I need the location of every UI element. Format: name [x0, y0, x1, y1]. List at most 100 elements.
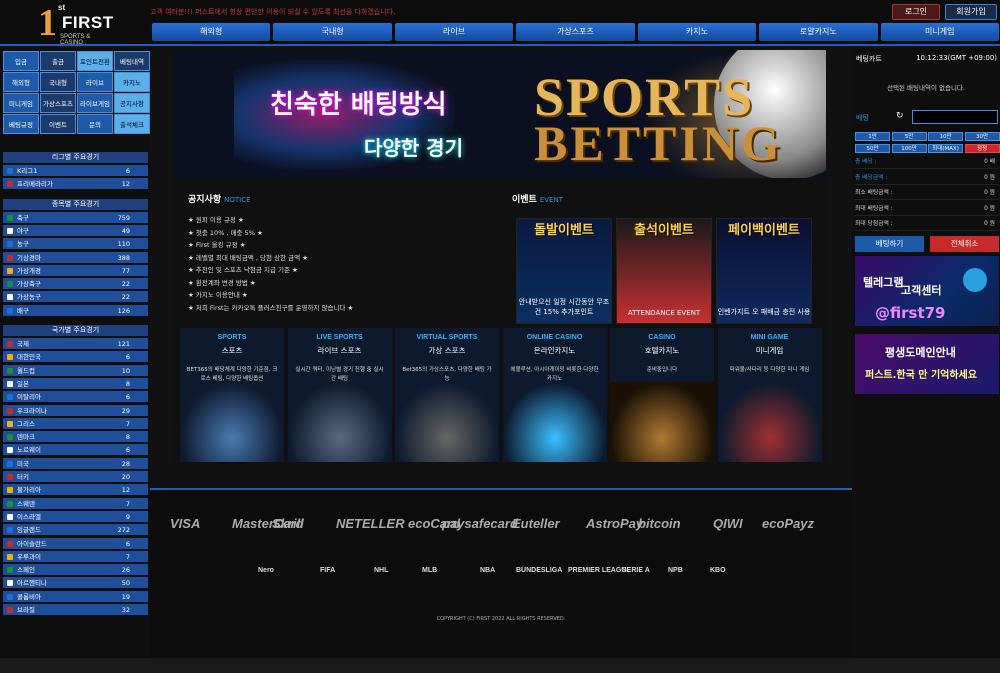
- flag-icon: [7, 434, 13, 441]
- sidebar-item[interactable]: 대한민국 6: [3, 351, 148, 364]
- sidebar-item[interactable]: 국제 121: [3, 338, 148, 350]
- sidebar-item[interactable]: 일본 8: [3, 377, 148, 390]
- notice-item[interactable]: ★ 원피 이용 규정 ★: [188, 214, 244, 224]
- sidebar-item-count: 7: [125, 552, 130, 561]
- sidebar-item[interactable]: 이스라엘 9: [3, 510, 148, 523]
- quick-btn-4[interactable]: 해외형: [3, 72, 39, 92]
- quick-btn-0[interactable]: 입금: [3, 51, 39, 71]
- nav-minigame[interactable]: 미니게임: [880, 23, 999, 41]
- sidebar-item[interactable]: 노르웨이 6: [3, 444, 148, 457]
- sidebar-item[interactable]: 축구 759: [3, 211, 148, 224]
- sidebar-item[interactable]: 가상농구 22: [3, 291, 148, 304]
- amount-button[interactable]: 10만: [928, 132, 963, 141]
- sidebar-item[interactable]: 이탈리아 6: [3, 391, 148, 404]
- sidebar-item[interactable]: 잉글랜드 272: [3, 524, 148, 537]
- category-card[interactable]: CASINO 호텔카지노 준비중입니다: [610, 328, 714, 462]
- notice-item[interactable]: ★ 첫충 10% , 매충 5% ★: [188, 227, 263, 237]
- quick-btn-9[interactable]: 가상스포츠: [40, 93, 76, 113]
- sidebar-item[interactable]: 가상축구 22: [3, 278, 148, 291]
- main-banner[interactable]: 친숙한 배팅방식 다양한 경기 SPORTS BETTING: [174, 50, 826, 178]
- sidebar-item[interactable]: 우루과이 7: [3, 550, 148, 563]
- notice-item[interactable]: ★ First 올킹 규정 ★: [188, 239, 246, 249]
- quick-btn-8[interactable]: 미니게임: [3, 93, 39, 113]
- sidebar-item[interactable]: K리그1 6: [3, 165, 148, 177]
- sidebar-item[interactable]: 그리스 7: [3, 417, 148, 430]
- event-title-en: EVENT: [539, 196, 563, 204]
- sidebar-item-count: 6: [125, 539, 130, 548]
- sidebar-item[interactable]: 프리메라리가 12: [3, 178, 148, 191]
- quick-btn-5[interactable]: 국내형: [40, 72, 76, 92]
- nav-live[interactable]: 라이브: [394, 23, 514, 41]
- quick-btn-11[interactable]: 공지사항: [114, 93, 150, 113]
- sidebar-item[interactable]: 스페인 26: [3, 564, 148, 577]
- quick-btn-1[interactable]: 출금: [40, 51, 76, 71]
- amount-button[interactable]: 정정: [964, 144, 1000, 153]
- category-card[interactable]: ONLINE CASINO 온라인카지노 에볼루션, 아시아게이밍 비롯한 다양한 …: [502, 328, 607, 462]
- category-card[interactable]: VIRTUAL SPORTS 가상 스포츠 Bet365의 가상스포츠, 다양한 배…: [395, 328, 499, 462]
- sidebar-item[interactable]: 야구 49: [3, 224, 148, 237]
- nav-royal-casino[interactable]: 로얄카지노: [759, 23, 878, 41]
- refresh-icon[interactable]: ↻: [896, 111, 904, 121]
- quick-btn-13[interactable]: 이벤트: [40, 114, 76, 134]
- event-card[interactable]: 돌발이벤트 안내받으신 일정 시간동안 무조건 15% 추가포인트: [516, 218, 612, 324]
- notice-item[interactable]: ★ 카지노 이용안내 ★: [188, 289, 248, 299]
- sidebar-item[interactable]: 브라질 32: [3, 604, 148, 616]
- quick-btn-15[interactable]: 출석체크: [114, 114, 150, 134]
- quick-btn-12[interactable]: 베팅규정: [3, 114, 39, 134]
- notice-item[interactable]: ★ 환전계좌 변경 방법 ★: [188, 277, 256, 287]
- sidebar-item[interactable]: 가상개경 77: [3, 264, 148, 277]
- flag-icon: [7, 500, 13, 507]
- sidebar-item[interactable]: 아이슬란드 6: [3, 537, 148, 550]
- quick-btn-3[interactable]: 베팅내역: [114, 51, 150, 71]
- category-card[interactable]: MINI GAME 미니게임 파워볼/사다리 등 다양한 미니 게임: [717, 328, 822, 462]
- site-logo[interactable]: 1 st FIRST SPORTS & CASINO: [38, 2, 113, 46]
- event-card[interactable]: 출석이벤트 ATTENDANCE EVENT: [616, 218, 712, 324]
- amount-button[interactable]: 30만: [964, 132, 1000, 141]
- telegram-line1: 텔레그램: [863, 276, 904, 289]
- nav-overseas[interactable]: 해외형: [152, 23, 271, 41]
- sidebar-item[interactable]: 우크라이나 29: [3, 404, 148, 417]
- sidebar-item[interactable]: 미국 28: [3, 457, 148, 470]
- quick-btn-7[interactable]: 카지노: [114, 72, 150, 92]
- sidebar-item[interactable]: 농구 110: [3, 238, 148, 251]
- nav-virtual-sports[interactable]: 가상스포츠: [516, 23, 635, 41]
- category-card[interactable]: SPORTS 스포츠 BET365의 배당체계 다양한 기준점, 크로스 베팅, 다…: [180, 328, 284, 462]
- amount-button[interactable]: 최대(MAX): [928, 144, 963, 153]
- amount-button[interactable]: 50만: [855, 144, 890, 153]
- notice-item[interactable]: ★ 저희 First는 카카오톡 플러스친구를 운영하지 않습니다 ★: [188, 302, 353, 312]
- flag-icon: [7, 580, 13, 587]
- login-button[interactable]: 로그인: [892, 4, 940, 20]
- league-logo: NBA: [480, 567, 496, 574]
- sidebar-item[interactable]: 기상경마 388: [3, 251, 148, 264]
- sidebar-item[interactable]: 불가리아 12: [3, 484, 148, 497]
- sidebar-item[interactable]: 아르헨티나 50: [3, 577, 148, 590]
- nav-domestic[interactable]: 국내형: [273, 23, 392, 41]
- sidebar-item[interactable]: 터키 20: [3, 471, 148, 483]
- join-button[interactable]: 회원가입: [945, 4, 997, 20]
- quick-btn-10[interactable]: 라이브게임: [77, 93, 113, 113]
- flag-icon: [7, 341, 13, 347]
- sidebar-item[interactable]: 콜롬비아 19: [3, 590, 148, 603]
- sidebar-item[interactable]: 월드컵 10: [3, 364, 148, 377]
- cancel-all-button[interactable]: 전체취소: [930, 236, 999, 252]
- sidebar-item[interactable]: 스웨덴 7: [3, 497, 148, 510]
- amount-button[interactable]: 1만: [855, 132, 890, 141]
- category-card[interactable]: LIVE SPORTS 라이브 스포츠 실시간 쿼터, 이닝별 경기 진행 중 실시…: [287, 328, 392, 462]
- bet-amount-input[interactable]: [912, 110, 998, 124]
- quick-btn-14[interactable]: 문의: [77, 114, 113, 134]
- place-bet-button[interactable]: 베팅하기: [855, 236, 924, 252]
- event-card[interactable]: 페이백이벤트 인벤가지트 오 패배금 충전 사용: [716, 218, 812, 324]
- quick-btn-2[interactable]: 포인트전환: [77, 51, 113, 71]
- category-title-en: LIVE SPORTS: [316, 334, 363, 341]
- notice-item[interactable]: ★ 레벨별 최대 배팅금액 , 당첨 상한 금액 ★: [188, 252, 308, 262]
- amount-button[interactable]: 5만: [891, 132, 927, 141]
- sidebar-item[interactable]: 배구 126: [3, 304, 148, 317]
- notice-item[interactable]: ★ 추천인 및 스포츠 낙첨금 지급 기준 ★: [188, 264, 298, 274]
- amount-button[interactable]: 100만: [891, 144, 927, 153]
- domain-banner[interactable]: 평생도메인안내 퍼스트.한국 만 기억하세요: [855, 334, 999, 394]
- quick-btn-6[interactable]: 라이브: [77, 72, 113, 92]
- category-image: [717, 382, 822, 462]
- sidebar-item[interactable]: 덴마크 8: [3, 431, 148, 444]
- nav-casino[interactable]: 카지노: [637, 23, 757, 41]
- telegram-banner[interactable]: 텔레그램 고객센터 @first79: [855, 256, 999, 326]
